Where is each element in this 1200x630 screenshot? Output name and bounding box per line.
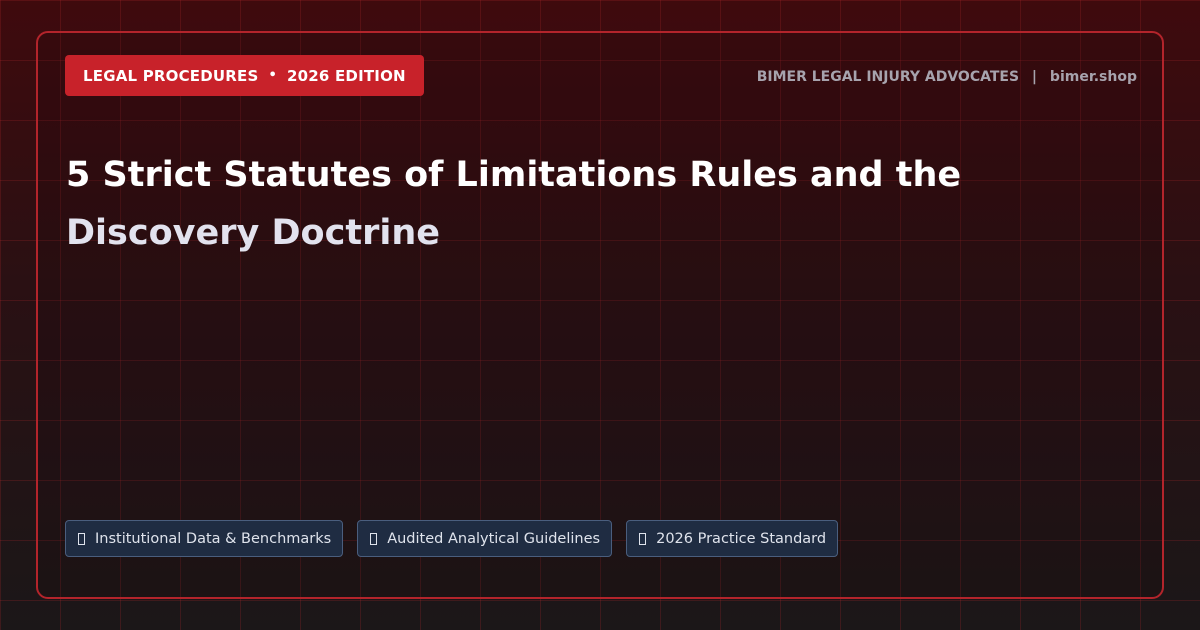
missing-glyph-icon bbox=[639, 532, 647, 545]
chip-practice-standard: 2026 Practice Standard bbox=[626, 520, 839, 557]
page-title: 5 Strict Statutes of Limitations Rules a… bbox=[66, 146, 966, 262]
chip-institutional-data: Institutional Data & Benchmarks bbox=[65, 520, 344, 557]
brand-domain: bimer.shop bbox=[1049, 69, 1137, 85]
missing-glyph-icon bbox=[370, 532, 378, 545]
badge-separator: • bbox=[268, 68, 278, 83]
chip-label: Institutional Data & Benchmarks bbox=[95, 530, 332, 547]
chip-label: 2026 Practice Standard bbox=[656, 530, 827, 547]
missing-glyph-icon bbox=[78, 532, 85, 545]
chip-audited-guidelines: Audited Analytical Guidelines bbox=[357, 520, 613, 557]
chip-label: Audited Analytical Guidelines bbox=[387, 530, 601, 547]
brand-separator: | bbox=[1031, 69, 1038, 85]
card-frame bbox=[36, 31, 1164, 599]
brand-line: BIMER LEGAL INJURY ADVOCATES | bimer.sho… bbox=[757, 69, 1137, 85]
badge-edition: 2026 EDITION bbox=[287, 66, 406, 85]
title-line-2: Discovery Doctrine bbox=[66, 213, 440, 253]
category-badge: LEGAL PROCEDURES • 2026 EDITION bbox=[65, 55, 424, 96]
feature-chips: Institutional Data & Benchmarks Audited … bbox=[65, 520, 839, 557]
badge-category: LEGAL PROCEDURES bbox=[83, 66, 259, 85]
title-line-1: 5 Strict Statutes of Limitations Rules a… bbox=[66, 155, 962, 195]
brand-name: BIMER LEGAL INJURY ADVOCATES bbox=[756, 69, 1020, 85]
